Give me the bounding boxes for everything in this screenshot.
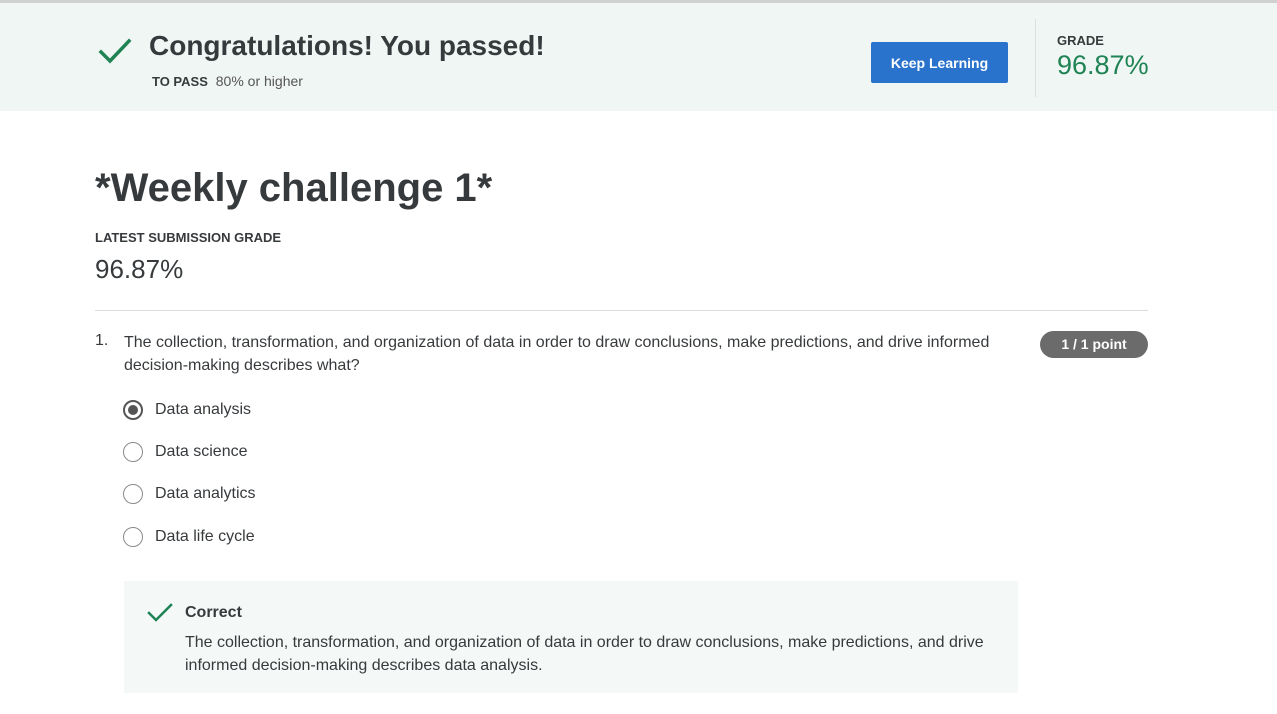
check-icon <box>98 38 132 64</box>
section-divider <box>95 310 1148 311</box>
question-number: 1. <box>95 332 109 349</box>
to-pass-info: TO PASS 80% or higher <box>152 73 303 89</box>
option-label: Data life cycle <box>155 528 255 545</box>
banner-divider <box>1035 19 1036 97</box>
radio-button-selected[interactable] <box>123 400 143 420</box>
radio-button[interactable] <box>123 527 143 547</box>
latest-submission-label: LATEST SUBMISSION GRADE <box>95 230 282 245</box>
check-icon <box>147 603 173 622</box>
result-banner: Congratulations! You passed! TO PASS 80%… <box>0 3 1277 111</box>
radio-button[interactable] <box>123 484 143 504</box>
option-label: Data science <box>155 443 248 460</box>
feedback-box: Correct The collection, transformation, … <box>124 581 1018 693</box>
option-data-science[interactable]: Data science <box>123 440 248 464</box>
to-pass-label: TO PASS <box>152 74 208 89</box>
keep-learning-button[interactable]: Keep Learning <box>871 42 1008 83</box>
feedback-text: The collection, transformation, and orga… <box>185 634 984 674</box>
page-title: *Weekly challenge 1* <box>95 166 493 210</box>
option-label: Data analytics <box>155 485 256 502</box>
to-pass-value: 80% or higher <box>215 73 303 89</box>
question-text: The collection, transformation, and orga… <box>124 334 990 374</box>
option-data-life-cycle[interactable]: Data life cycle <box>123 525 255 549</box>
points-badge: 1 / 1 point <box>1040 331 1148 358</box>
option-data-analysis[interactable]: Data analysis <box>123 398 251 422</box>
feedback-title: Correct <box>185 604 242 621</box>
radio-button[interactable] <box>123 442 143 462</box>
option-data-analytics[interactable]: Data analytics <box>123 482 256 506</box>
grade-value: 96.87% <box>1057 50 1149 80</box>
latest-submission-grade: 96.87% <box>95 254 184 284</box>
grade-label: GRADE <box>1057 33 1104 48</box>
option-label: Data analysis <box>155 401 252 418</box>
pass-title: Congratulations! You passed! <box>149 30 545 61</box>
